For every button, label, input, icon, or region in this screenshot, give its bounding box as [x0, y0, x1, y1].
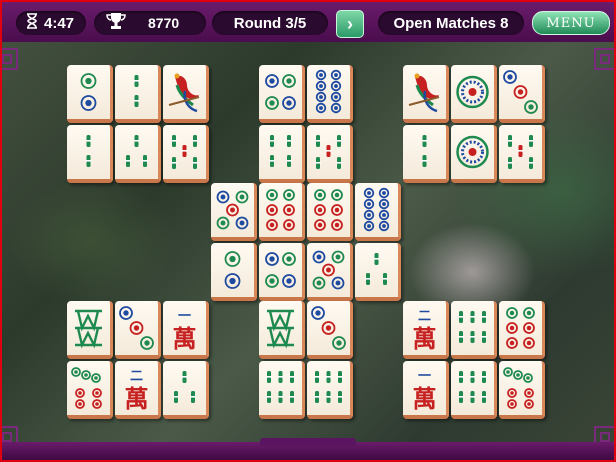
mahjong-tile-c4[interactable] — [259, 65, 305, 123]
char-number: 二 — [130, 369, 143, 384]
score-value: 8770 — [148, 15, 180, 31]
mahjong-tile-char[interactable]: 一萬 — [403, 361, 449, 419]
char-glyph: 萬 — [413, 325, 437, 353]
mahjong-tile-bird[interactable] — [163, 65, 209, 123]
menu-button[interactable]: MENU — [532, 11, 610, 35]
char-glyph: 萬 — [413, 385, 437, 413]
timer-display: 4:47 — [16, 11, 86, 35]
mahjong-tile-b5r[interactable] — [163, 125, 209, 183]
mahjong-tile-b2[interactable] — [67, 125, 113, 183]
mahjong-tile-c3[interactable] — [115, 301, 161, 359]
mahjong-tile-char[interactable]: 二萬 — [403, 301, 449, 359]
char-glyph: 萬 — [173, 325, 197, 353]
char-glyph: 萬 — [125, 385, 149, 413]
mahjong-tile-w[interactable] — [259, 301, 305, 359]
mahjong-tile-b6[interactable] — [307, 361, 353, 419]
round-label: Round 3/5 — [233, 14, 307, 32]
open-matches-label: Open Matches 8 — [393, 14, 509, 32]
time-value: 4:47 — [44, 14, 75, 32]
mahjong-tile-b4[interactable] — [259, 125, 305, 183]
mahjong-tile-c3[interactable] — [499, 65, 545, 123]
mahjong-tile-b6[interactable] — [259, 361, 305, 419]
mahjong-tile-c2v[interactable] — [211, 243, 257, 301]
mahjong-tile-c6[interactable] — [259, 183, 305, 241]
mahjong-tile-b3[interactable] — [355, 243, 401, 301]
mahjong-tile-c7[interactable] — [499, 361, 545, 419]
menu-label: MENU — [546, 15, 596, 31]
char-number: 二 — [418, 309, 431, 324]
mahjong-tile-c3[interactable] — [307, 301, 353, 359]
mahjong-tile-b5r[interactable] — [499, 125, 545, 183]
mahjong-tile-c6[interactable] — [307, 183, 353, 241]
mahjong-tile-b2[interactable] — [403, 125, 449, 183]
open-matches-display: Open Matches 8 — [378, 11, 524, 35]
mahjong-tile-c6[interactable] — [499, 301, 545, 359]
trophy-icon — [106, 12, 126, 34]
bottom-tab — [260, 438, 356, 446]
mahjong-tile-b6[interactable] — [451, 301, 497, 359]
mahjong-tile-c5[interactable] — [211, 183, 257, 241]
chevron-right-icon: › — [347, 13, 353, 34]
mahjong-tile-w[interactable] — [67, 301, 113, 359]
mahjong-tile-bird[interactable] — [403, 65, 449, 123]
char-number: 一 — [418, 369, 431, 384]
mahjong-tile-c7[interactable] — [67, 361, 113, 419]
corner-ornament — [2, 48, 18, 70]
mahjong-tile-c8[interactable] — [355, 183, 401, 241]
mahjong-tile-c1big[interactable] — [451, 65, 497, 123]
mahjong-tile-c5[interactable] — [307, 243, 353, 301]
round-display: Round 3/5 — [212, 11, 328, 35]
mahjong-tile-c1big[interactable] — [451, 125, 497, 183]
game-board: 一萬二萬二萬一萬 — [2, 42, 614, 444]
next-button[interactable]: › — [336, 10, 364, 38]
char-number: 一 — [178, 309, 191, 324]
mahjong-tile-char[interactable]: 一萬 — [163, 301, 209, 359]
game-frame: 一萬二萬二萬一萬 4:47 8770 Round 3/5 › Open Matc… — [0, 0, 616, 462]
score-display: 8770 — [94, 11, 206, 35]
mahjong-tile-c8[interactable] — [307, 65, 353, 123]
hourglass-icon — [26, 13, 38, 33]
mahjong-tile-b2[interactable] — [115, 65, 161, 123]
mahjong-tile-b3[interactable] — [115, 125, 161, 183]
mahjong-tile-c4[interactable] — [259, 243, 305, 301]
corner-ornament — [594, 48, 614, 70]
mahjong-tile-b6[interactable] — [451, 361, 497, 419]
mahjong-tile-c2v[interactable] — [67, 65, 113, 123]
mahjong-tile-b3[interactable] — [163, 361, 209, 419]
mahjong-tile-char[interactable]: 二萬 — [115, 361, 161, 419]
mahjong-tile-b5r[interactable] — [307, 125, 353, 183]
